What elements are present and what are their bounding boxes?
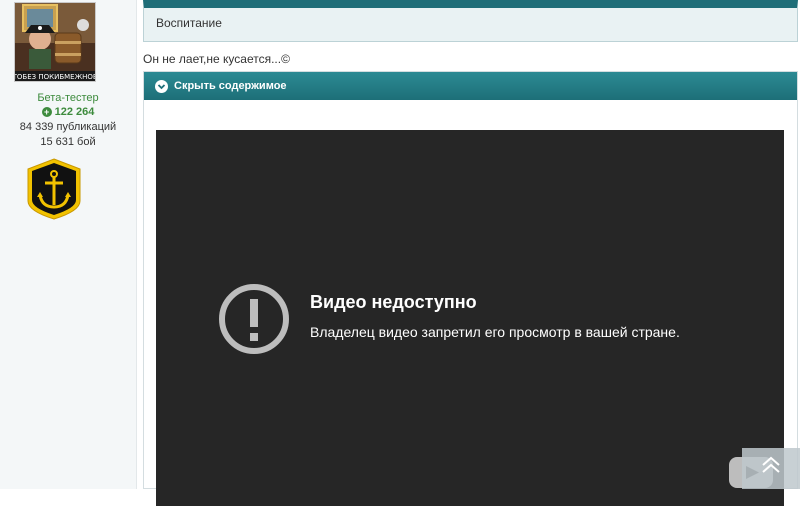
video-player[interactable]: Видео недоступно Владелец видео запретил…	[156, 130, 784, 506]
user-group: Бета-тестер	[37, 92, 99, 104]
warning-icon	[218, 283, 290, 360]
video-unavailable-message: Владелец видео запретил его просмотр в в…	[310, 324, 680, 340]
spoiler-toggle[interactable]: Скрыть содержимое	[144, 72, 797, 100]
battles-count: 15 631 бой	[40, 136, 96, 148]
scroll-to-top-button[interactable]	[742, 448, 800, 489]
reputation-value: 122 264	[54, 106, 95, 118]
posts-count: 84 339 публикаций	[19, 121, 117, 133]
reputation: + 122 264	[0, 106, 136, 118]
post-text: Он не лает,не кусается...©	[143, 52, 290, 66]
column-divider	[136, 0, 137, 489]
quote-text: Воспитание	[156, 16, 222, 30]
quote-block: Воспитание	[143, 0, 798, 42]
spoiler-block: Скрыть содержимое Видео недоступно Владе…	[143, 71, 798, 506]
plus-circle-icon: +	[41, 107, 52, 117]
spoiler-toggle-label: Скрыть содержимое	[174, 80, 287, 92]
anchor-badge-icon	[26, 157, 82, 221]
double-chevron-up-icon	[762, 456, 780, 473]
video-unavailable-title: Видео недоступно	[310, 292, 477, 312]
author-panel: ТОБЕЗ ПОКИБМЕЖНОЕ Бета-тестер + 122 264 …	[0, 0, 136, 489]
avatar-banner: ТОБЕЗ ПОКИБМЕЖНОЕ	[15, 73, 95, 81]
chevron-down-icon	[155, 79, 168, 93]
avatar[interactable]: ТОБЕЗ ПОКИБМЕЖНОЕ	[14, 2, 96, 82]
